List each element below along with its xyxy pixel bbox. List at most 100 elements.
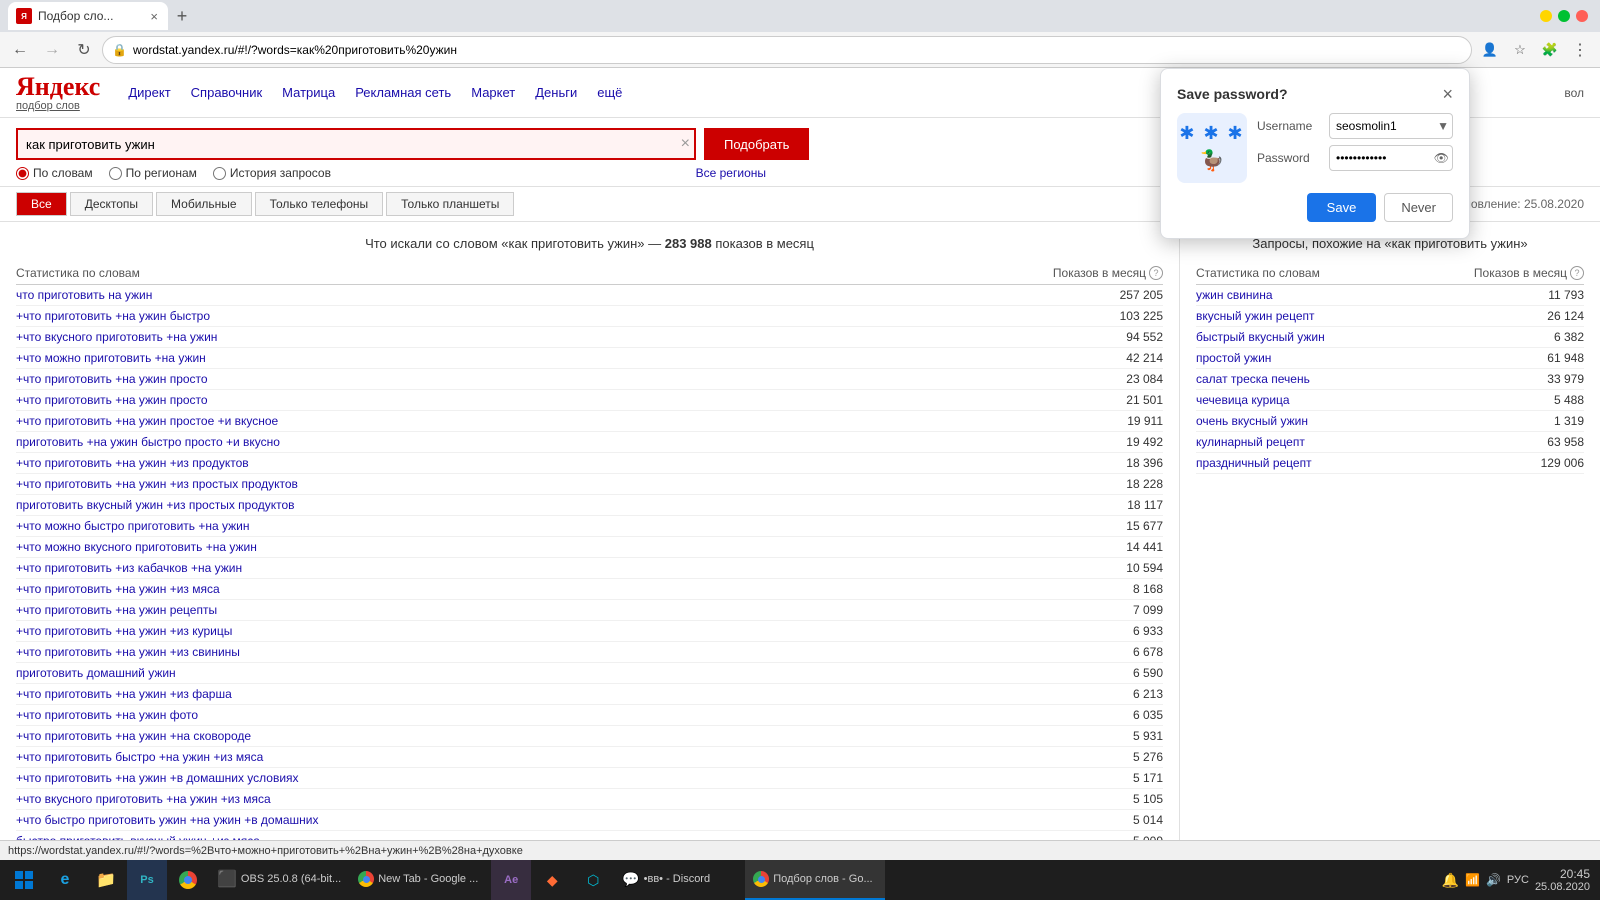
tab-phones[interactable]: Только телефоны xyxy=(255,192,384,216)
nav-spravochnik[interactable]: Справочник xyxy=(191,85,263,100)
taskbar-app1[interactable]: ◆ xyxy=(532,860,572,900)
left-table-row: что приготовить на ужин 257 205 xyxy=(16,285,1163,306)
radio-regions[interactable]: По регионам xyxy=(109,166,197,180)
bookmark-icon[interactable]: ☆ xyxy=(1506,36,1534,64)
left-word-link[interactable]: +что приготовить +на ужин +из фарша xyxy=(16,687,232,701)
password-toggle-icon[interactable]: 👁 xyxy=(1434,151,1449,165)
never-button[interactable]: Never xyxy=(1384,193,1453,222)
tab-close-icon[interactable]: × xyxy=(150,9,158,24)
taskbar-ie[interactable]: e xyxy=(45,860,85,900)
tab-tablets[interactable]: Только планшеты xyxy=(386,192,514,216)
nav-market[interactable]: Маркет xyxy=(471,85,515,100)
right-word-count: 11 793 xyxy=(1548,288,1584,302)
maximize-button[interactable] xyxy=(1558,10,1570,22)
start-button[interactable] xyxy=(4,860,44,900)
radio-words[interactable]: По словам xyxy=(16,166,93,180)
right-word-link[interactable]: простой ужин xyxy=(1196,351,1271,365)
taskbar-ae[interactable]: Ae xyxy=(491,860,531,900)
search-clear-icon[interactable]: × xyxy=(681,135,690,153)
right-info-icon[interactable]: ? xyxy=(1570,266,1584,280)
right-word-link[interactable]: салат треска печень xyxy=(1196,372,1310,386)
popup-body: ✱ ✱ ✱ 🦆 Username ▼ Password 👁 xyxy=(1177,113,1453,183)
profile-icon[interactable]: 👤 xyxy=(1476,36,1504,64)
active-tab[interactable]: Я Подбор сло... × xyxy=(8,2,168,30)
left-word-link[interactable]: +что приготовить +на ужин +из мяса xyxy=(16,582,220,596)
right-word-link[interactable]: вкусный ужин рецепт xyxy=(1196,309,1315,323)
taskbar-app2[interactable]: ⬡ xyxy=(573,860,613,900)
left-word-link[interactable]: +что приготовить +из кабачков +на ужин xyxy=(16,561,242,575)
left-word-link[interactable]: +что приготовить +на ужин +из курицы xyxy=(16,624,232,638)
tab-all[interactable]: Все xyxy=(16,192,67,216)
taskbar-obs[interactable]: ⬛ OBS 25.0.8 (64-bit... xyxy=(209,860,349,900)
close-button[interactable] xyxy=(1576,10,1588,22)
left-word-link[interactable]: +что приготовить +на ужин +из продуктов xyxy=(16,456,249,470)
right-word-link[interactable]: кулинарный рецепт xyxy=(1196,435,1305,449)
back-button[interactable]: ← xyxy=(6,36,34,64)
left-word-count: 19 492 xyxy=(1126,435,1163,449)
left-word-link[interactable]: +что приготовить +на ужин просто xyxy=(16,372,208,386)
tab-desktops[interactable]: Десктопы xyxy=(70,192,153,216)
right-word-link[interactable]: ужин свинина xyxy=(1196,288,1273,302)
nav-direct[interactable]: Директ xyxy=(128,85,170,100)
url-input[interactable] xyxy=(102,36,1472,64)
left-table-row: +что приготовить +на ужин +из мяса 8 168 xyxy=(16,579,1163,600)
left-word-link[interactable]: +что приготовить +на ужин +из свинины xyxy=(16,645,240,659)
radio-history[interactable]: История запросов xyxy=(213,166,331,180)
search-button[interactable]: Подобрать xyxy=(704,128,809,160)
left-word-link[interactable]: +что приготовить +на ужин быстро xyxy=(16,309,210,323)
taskbar-newtab[interactable]: New Tab - Google ... xyxy=(350,860,490,900)
username-dropdown-icon[interactable]: ▼ xyxy=(1437,119,1449,133)
notification-icon[interactable]: 🔔 xyxy=(1442,872,1459,889)
taskbar-newtab-label: New Tab - Google ... xyxy=(378,873,478,885)
left-word-link[interactable]: +что приготовить быстро +на ужин +из мяс… xyxy=(16,750,263,764)
taskbar-google[interactable]: Подбор слов - Go... xyxy=(745,860,885,900)
left-word-link[interactable]: +что можно вкусного приготовить +на ужин xyxy=(16,540,257,554)
yandex-sub-link[interactable]: подбор слов xyxy=(16,100,100,112)
nav-matrica[interactable]: Матрица xyxy=(282,85,335,100)
save-button[interactable]: Save xyxy=(1307,193,1377,222)
left-word-link[interactable]: +что приготовить +на ужин +на сковороде xyxy=(16,729,251,743)
nav-eshe[interactable]: ещё xyxy=(597,85,622,100)
region-link[interactable]: Все регионы xyxy=(696,166,766,180)
reload-button[interactable]: ↻ xyxy=(70,36,98,64)
forward-button[interactable]: → xyxy=(38,36,66,64)
left-word-link[interactable]: что приготовить на ужин xyxy=(16,288,152,302)
taskbar-explorer[interactable]: 📁 xyxy=(86,860,126,900)
left-word-link[interactable]: +что приготовить +на ужин фото xyxy=(16,708,198,722)
taskbar-ps[interactable]: Ps xyxy=(127,860,167,900)
minimize-button[interactable] xyxy=(1540,10,1552,22)
right-word-link[interactable]: праздничный рецепт xyxy=(1196,456,1312,470)
left-word-link[interactable]: +что вкусного приготовить +на ужин +из м… xyxy=(16,792,271,806)
left-panel: Что искали со словом «как приготовить уж… xyxy=(0,222,1180,860)
left-word-link[interactable]: +что приготовить +на ужин простое +и вку… xyxy=(16,414,278,428)
left-word-link[interactable]: приготовить домашний ужин xyxy=(16,666,176,680)
extensions-icon[interactable]: 🧩 xyxy=(1536,36,1564,64)
taskbar-chrome[interactable] xyxy=(168,860,208,900)
left-word-link[interactable]: приготовить вкусный ужин +из простых про… xyxy=(16,498,295,512)
right-word-link[interactable]: чечевица курица xyxy=(1196,393,1290,407)
left-word-link[interactable]: +что быстро приготовить ужин +на ужин +в… xyxy=(16,813,318,827)
left-info-icon[interactable]: ? xyxy=(1149,266,1163,280)
left-word-count: 6 678 xyxy=(1133,645,1163,659)
search-input[interactable] xyxy=(16,128,696,160)
left-word-link[interactable]: +что приготовить +на ужин +в домашних ус… xyxy=(16,771,299,785)
right-word-link[interactable]: очень вкусный ужин xyxy=(1196,414,1308,428)
left-word-count: 6 933 xyxy=(1133,624,1163,638)
new-tab-button[interactable]: + xyxy=(168,2,196,30)
nav-reklama[interactable]: Рекламная сеть xyxy=(355,85,451,100)
left-word-link[interactable]: приготовить +на ужин быстро просто +и вк… xyxy=(16,435,280,449)
left-word-link[interactable]: +что вкусного приготовить +на ужин xyxy=(16,330,217,344)
left-word-link[interactable]: +что приготовить +на ужин +из простых пр… xyxy=(16,477,298,491)
menu-icon[interactable]: ⋮ xyxy=(1566,36,1594,64)
username-input[interactable] xyxy=(1329,113,1453,139)
popup-close-button[interactable]: × xyxy=(1442,85,1453,103)
right-word-link[interactable]: быстрый вкусный ужин xyxy=(1196,330,1325,344)
left-word-link[interactable]: +что можно приготовить +на ужин xyxy=(16,351,206,365)
left-word-link[interactable]: +что приготовить +на ужин рецепты xyxy=(16,603,217,617)
left-word-link[interactable]: +что приготовить +на ужин просто xyxy=(16,393,208,407)
taskbar-discord[interactable]: 💬 •вв• - Discord xyxy=(614,860,744,900)
left-word-link[interactable]: +что можно быстро приготовить +на ужин xyxy=(16,519,249,533)
search-input-container: × xyxy=(16,128,696,160)
nav-dengi[interactable]: Деньги xyxy=(535,85,577,100)
tab-mobile[interactable]: Мобильные xyxy=(156,192,252,216)
